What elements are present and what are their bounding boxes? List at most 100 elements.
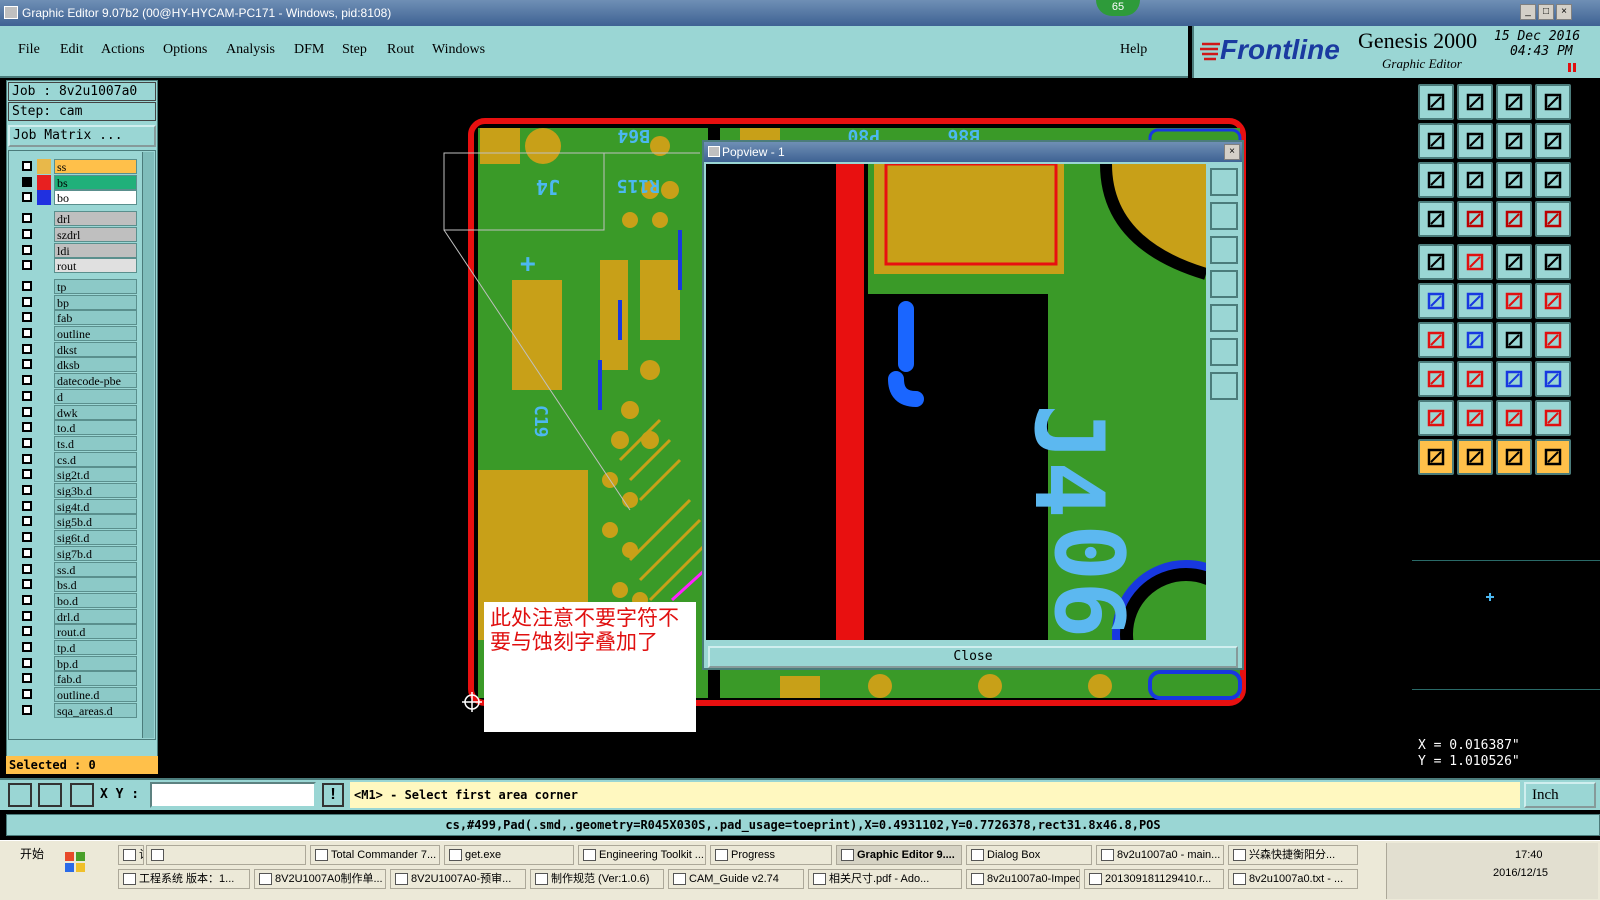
layer-name[interactable]: fab.d [54,671,137,687]
layer-color-swatch[interactable] [37,341,51,357]
layer-name[interactable]: sqa_areas.d [54,702,137,718]
layer-row[interactable]: sig3b.d [19,483,137,498]
taskbar-button[interactable]: Progress [710,845,832,865]
layer-checkbox[interactable] [22,437,32,448]
layer-row[interactable]: to.d [19,420,137,436]
layer-color-swatch[interactable] [37,404,51,420]
layer-color-swatch[interactable] [37,357,51,373]
ruler-icon[interactable] [1496,244,1532,280]
layer-row[interactable]: ldi [19,242,137,258]
layer-row[interactable]: fab.d [19,671,137,687]
layer-checkbox[interactable] [22,296,32,307]
layer-color-swatch[interactable] [37,687,51,703]
layer-name[interactable]: tp [54,278,137,294]
layer-checkbox[interactable] [22,390,32,401]
layer-checkbox[interactable] [22,375,32,386]
layer-name[interactable]: rout.d [54,624,137,640]
layer-row[interactable]: bo [19,190,137,206]
layer-color-swatch[interactable] [37,435,51,451]
layer-checkbox[interactable] [22,244,32,255]
minimize-button[interactable]: _ [1520,4,1536,20]
layer-checkbox[interactable] [22,610,32,621]
layer-checkbox[interactable] [22,485,32,495]
pad-icon[interactable] [1418,361,1454,397]
job-matrix-button[interactable]: Job Matrix ... [8,125,156,147]
layer-checkbox[interactable] [22,328,32,338]
layer-name[interactable]: sig5b.d [54,514,137,530]
layer-checkbox[interactable] [22,422,32,433]
snap-icon[interactable] [1457,201,1493,237]
layer-color-swatch[interactable] [37,655,51,671]
layer-checkbox[interactable] [22,406,32,417]
menu-step[interactable]: Step [342,42,367,58]
menu-edit[interactable]: Edit [60,42,83,58]
zoom-right-icon[interactable] [1457,123,1493,159]
taskbar-button[interactable]: 8V2U1007A0-预审... [390,869,526,889]
layer-checkbox[interactable] [22,673,32,684]
mini-map[interactable] [1412,560,1600,690]
layer-checkbox[interactable] [22,469,32,480]
layer-checkbox[interactable] [22,704,32,715]
menu-help[interactable]: Help [1120,42,1147,58]
layer-checkbox[interactable] [22,312,32,323]
net-icon[interactable] [1457,244,1493,280]
layer-row[interactable]: d [19,388,137,404]
layer-row[interactable]: bo.d [19,592,137,608]
popview-center-icon[interactable] [1210,372,1238,400]
layer-name[interactable]: sig3b.d [54,483,137,498]
layer-row[interactable]: outline [19,326,137,341]
layer-color-swatch[interactable] [37,420,51,436]
layer-checkbox[interactable] [22,453,32,464]
undo-icon[interactable] [1496,322,1532,358]
delete-icon[interactable] [1457,283,1493,319]
layer-checkbox[interactable] [22,532,32,543]
connect-icon[interactable] [1418,283,1454,319]
layer-list-scrollbar[interactable] [142,152,154,738]
layer-color-swatch[interactable] [37,326,51,341]
grid-icon[interactable] [70,783,94,807]
layer-color-swatch[interactable] [37,190,51,206]
layer-checkbox[interactable] [22,516,32,527]
layer-color-swatch[interactable] [37,530,51,546]
layer-name[interactable]: sig7b.d [54,545,137,561]
layer-row[interactable]: ts.d [19,435,137,451]
layer-color-swatch[interactable] [37,310,51,326]
menu-windows[interactable]: Windows [432,42,485,58]
layer-color-swatch[interactable] [37,467,51,483]
layer-row[interactable]: sig4t.d [19,498,137,514]
layer-color-swatch[interactable] [37,498,51,514]
layer-row[interactable]: sig7b.d [19,545,137,561]
layer-row[interactable]: sig2t.d [19,467,137,483]
menu-dfm[interactable]: DFM [294,42,324,58]
layer-row[interactable]: bs [19,174,137,190]
layer-color-swatch[interactable] [37,159,51,174]
layer-name[interactable]: bs.d [54,577,137,593]
layer-checkbox[interactable] [22,642,32,652]
layer-row[interactable]: cs.d [19,451,137,467]
xy-input[interactable] [150,782,316,808]
taskbar-button[interactable]: 8v2u1007a0-Impeda... [966,869,1080,889]
layer-name[interactable]: dkst [54,341,137,357]
taskbar-button[interactable]: 8V2U1007A0制作单... [254,869,386,889]
layer-checkbox[interactable] [22,161,32,171]
box-icon[interactable] [1496,361,1532,397]
maximize-button[interactable]: □ [1538,4,1554,20]
select-icon[interactable] [1418,244,1454,280]
layer-name[interactable]: bs [54,174,137,190]
popview-fit-icon[interactable] [1210,338,1238,366]
layer-checkbox[interactable] [22,626,32,637]
window-icon[interactable] [1535,84,1571,120]
record-icon[interactable] [1535,244,1571,280]
layer-name[interactable]: rout [54,258,137,274]
close-window-button[interactable]: × [1556,4,1572,20]
triangle-alt-icon[interactable] [1457,400,1493,436]
layer-color-swatch[interactable] [37,640,51,655]
layer-row[interactable]: outline.d [19,687,137,703]
layer-checkbox[interactable] [22,359,32,370]
layer-color-swatch[interactable] [37,258,51,274]
layer-name[interactable]: bp.d [54,655,137,671]
taskbar-button[interactable]: 兴森快捷衡阳分... [1228,845,1358,865]
layer-name[interactable]: sig4t.d [54,498,137,514]
layer-name[interactable]: datecode-pbe [54,373,137,389]
layer-name[interactable]: dwk [54,404,137,420]
